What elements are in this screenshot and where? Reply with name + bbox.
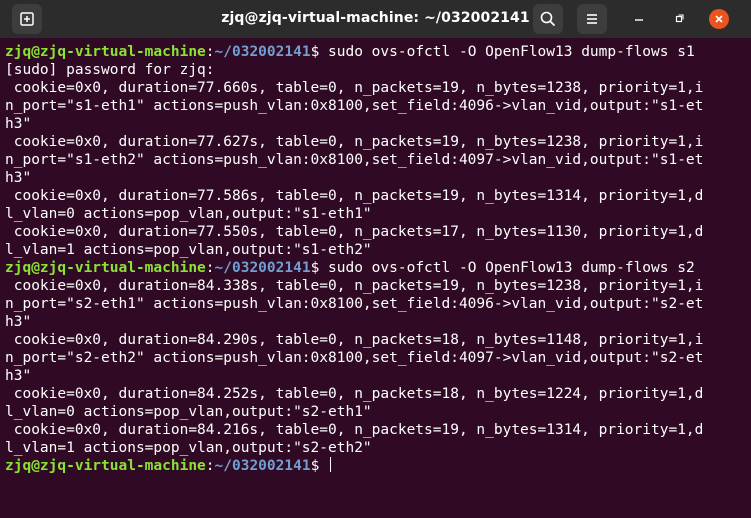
- prompt-dollar: $: [310, 44, 329, 60]
- output-line: h3": [5, 170, 32, 186]
- prompt-line: zjq@zjq-virtual-machine:~/032002141$ sud…: [5, 259, 695, 277]
- output-line: n_port="s2-eth2" actions=push_vlan:0x810…: [5, 350, 704, 366]
- close-button[interactable]: [709, 9, 729, 29]
- output-line: n_port="s1-eth2" actions=push_vlan:0x810…: [5, 152, 704, 168]
- output-line: n_port="s1-eth1" actions=push_vlan:0x810…: [5, 98, 704, 114]
- output-line: l_vlan=1 actions=pop_vlan,output:"s2-eth…: [5, 440, 372, 456]
- maximize-icon: [675, 14, 684, 23]
- output-line: cookie=0x0, duration=77.550s, table=0, n…: [5, 224, 704, 240]
- output-line: cookie=0x0, duration=84.252s, table=0, n…: [5, 386, 704, 402]
- output-line: cookie=0x0, duration=84.290s, table=0, n…: [5, 332, 704, 348]
- terminal-output-area[interactable]: zjq@zjq-virtual-machine:~/032002141$ sud…: [0, 38, 751, 518]
- output-line: l_vlan=1 actions=pop_vlan,output:"s1-eth…: [5, 242, 372, 258]
- search-button[interactable]: [533, 4, 563, 34]
- command-text: sudo ovs-ofctl -O OpenFlow13 dump-flows …: [328, 44, 695, 60]
- command-text: sudo ovs-ofctl -O OpenFlow13 dump-flows …: [328, 260, 695, 276]
- hamburger-menu-icon: [587, 14, 597, 24]
- output-line: cookie=0x0, duration=84.338s, table=0, n…: [5, 278, 704, 294]
- prompt-separator: :: [205, 260, 215, 276]
- prompt-dollar: $: [310, 458, 329, 474]
- prompt-dollar: $: [310, 260, 329, 276]
- maximize-button[interactable]: [669, 9, 689, 29]
- prompt-path: ~/032002141: [214, 260, 311, 276]
- output-line: h3": [5, 116, 32, 132]
- prompt-user-host: zjq@zjq-virtual-machine: [5, 260, 206, 276]
- minimize-button[interactable]: [629, 9, 649, 29]
- title-bar[interactable]: zjq@zjq-virtual-machine: ~/032002141: [0, 0, 751, 38]
- output-line: cookie=0x0, duration=77.586s, table=0, n…: [5, 188, 704, 204]
- search-icon: [540, 11, 555, 26]
- output-line: cookie=0x0, duration=77.627s, table=0, n…: [5, 134, 704, 150]
- output-line: l_vlan=0 actions=pop_vlan,output:"s1-eth…: [5, 206, 372, 222]
- prompt-path: ~/032002141: [214, 44, 311, 60]
- output-line: h3": [5, 368, 32, 384]
- output-line: h3": [5, 314, 32, 330]
- output-line: l_vlan=0 actions=pop_vlan,output:"s2-eth…: [5, 404, 372, 420]
- prompt-path: ~/032002141: [214, 458, 311, 474]
- prompt-separator: :: [205, 458, 215, 474]
- prompt-line: zjq@zjq-virtual-machine:~/032002141$ sud…: [5, 43, 695, 61]
- output-line: n_port="s2-eth1" actions=push_vlan:0x810…: [5, 296, 704, 312]
- terminal-window: zjq@zjq-virtual-machine: ~/032002141 zjq…: [0, 0, 751, 518]
- prompt-user-host: zjq@zjq-virtual-machine: [5, 458, 206, 474]
- menu-button[interactable]: [577, 4, 607, 34]
- prompt-line: zjq@zjq-virtual-machine:~/032002141$: [5, 457, 332, 475]
- output-line: [sudo] password for zjq:: [5, 62, 215, 78]
- prompt-separator: :: [205, 44, 215, 60]
- text-cursor: [330, 457, 332, 472]
- output-line: cookie=0x0, duration=84.216s, table=0, n…: [5, 422, 704, 438]
- close-icon: [715, 15, 723, 23]
- output-line: cookie=0x0, duration=77.660s, table=0, n…: [5, 80, 704, 96]
- prompt-user-host: zjq@zjq-virtual-machine: [5, 44, 206, 60]
- minimize-icon: [635, 19, 643, 21]
